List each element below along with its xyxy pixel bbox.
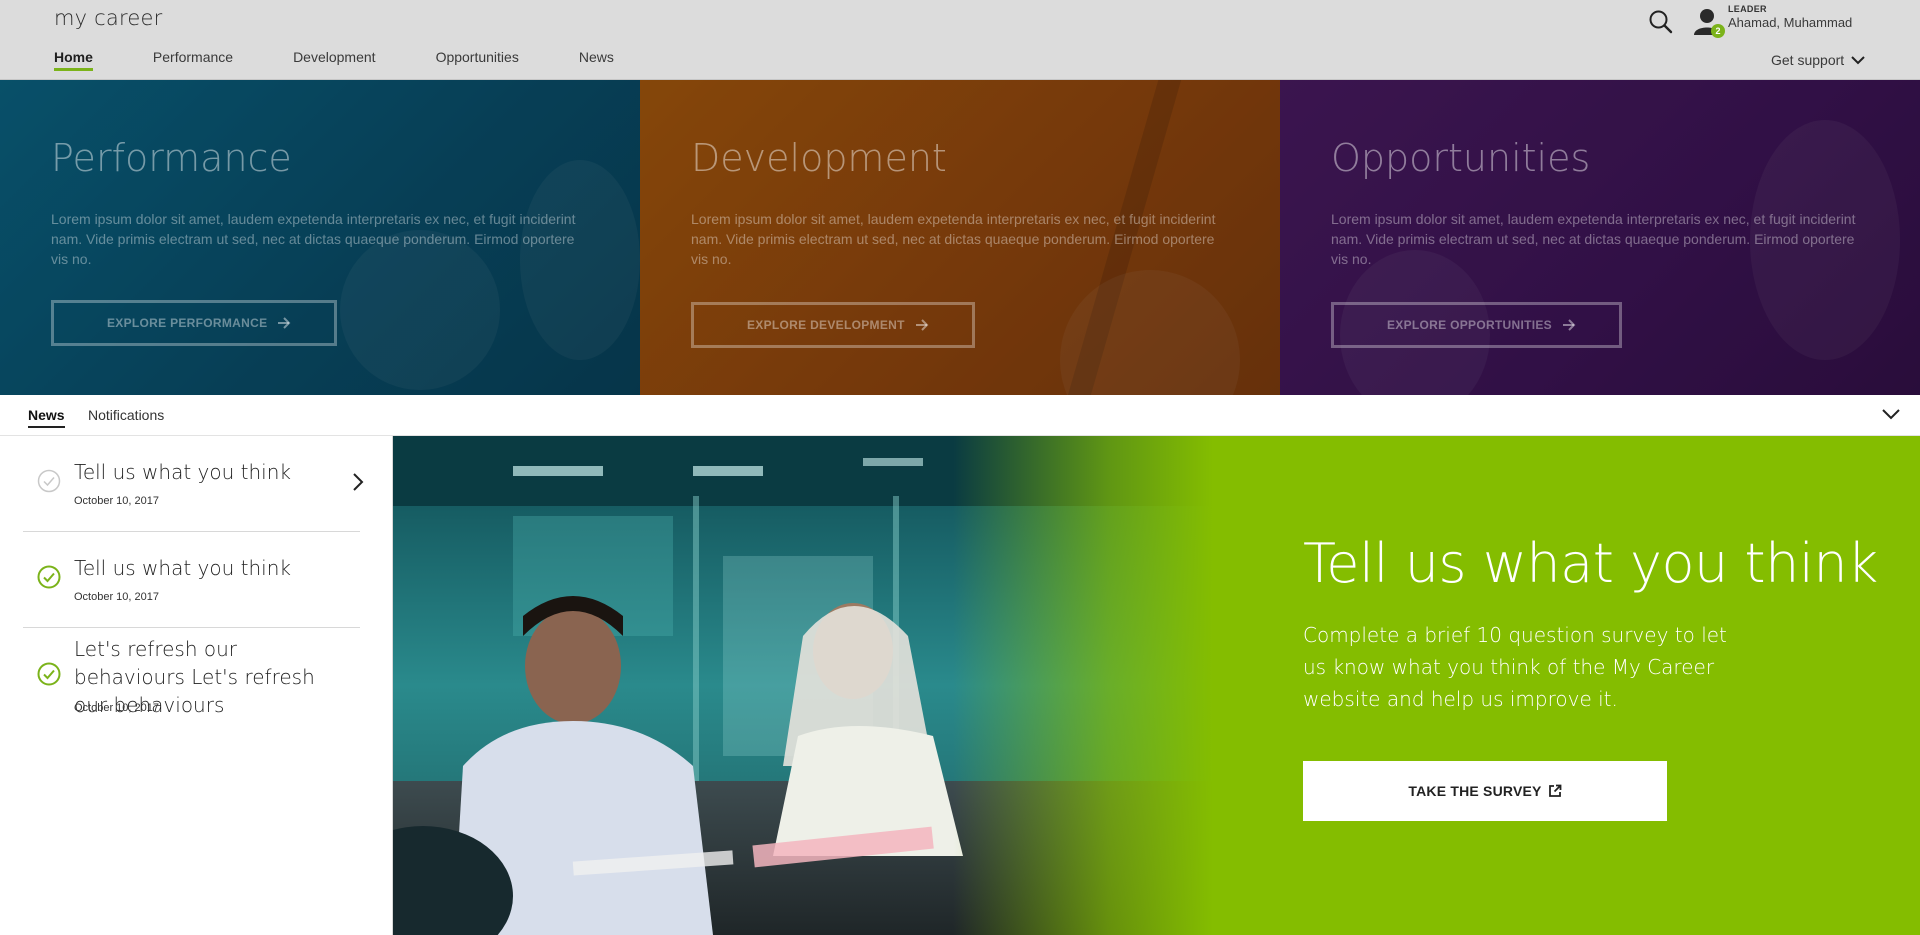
hero-panel-performance: Performance Lorem ipsum dolor sit amet, … bbox=[0, 80, 640, 395]
user-role: LEADER bbox=[1728, 4, 1767, 14]
explore-opportunities-button[interactable]: EXPLORE OPPORTUNITIES bbox=[1331, 302, 1622, 348]
user-icon: 2 bbox=[1692, 6, 1725, 38]
nav-item-performance[interactable]: Performance bbox=[153, 49, 233, 71]
news-list-item[interactable]: Let's refresh our behaviours Let's refre… bbox=[23, 628, 360, 728]
chevron-down-icon bbox=[1851, 55, 1865, 64]
button-label: EXPLORE PERFORMANCE bbox=[107, 316, 268, 330]
panel-description: Lorem ipsum dolor sit amet, laudem expet… bbox=[691, 211, 1216, 267]
get-support-label: Get support bbox=[1771, 52, 1845, 68]
check-circle-icon bbox=[37, 662, 61, 686]
news-item-title: Tell us what you think bbox=[74, 460, 291, 484]
chevron-down-icon[interactable] bbox=[1881, 408, 1901, 426]
arrow-right-icon bbox=[915, 319, 929, 331]
main-nav: Home Performance Development Opportuniti… bbox=[54, 49, 674, 71]
news-list: Tell us what you think October 10, 2017 … bbox=[0, 436, 393, 935]
arrow-right-icon bbox=[278, 317, 291, 329]
explore-development-button[interactable]: EXPLORE DEVELOPMENT bbox=[691, 302, 975, 348]
survey-feature: Tell us what you think Complete a brief … bbox=[393, 436, 1920, 935]
news-list-item[interactable]: Tell us what you think October 10, 2017 bbox=[23, 532, 360, 628]
search-icon[interactable] bbox=[1648, 9, 1674, 35]
user-name: Ahamad, Muhammad bbox=[1728, 15, 1853, 30]
chevron-right-icon bbox=[353, 473, 364, 491]
hero-panels: Performance Lorem ipsum dolor sit amet, … bbox=[0, 80, 1920, 395]
external-link-icon bbox=[1548, 784, 1561, 797]
news-item-title: Tell us what you think bbox=[74, 556, 291, 580]
get-support-dropdown[interactable]: Get support bbox=[1771, 52, 1865, 68]
tab-news[interactable]: News bbox=[28, 407, 65, 428]
take-survey-button[interactable]: TAKE THE SURVEY bbox=[1303, 761, 1667, 821]
panel-title: Performance bbox=[51, 136, 292, 180]
explore-performance-button[interactable]: EXPLORE PERFORMANCE bbox=[51, 300, 338, 346]
news-item-date: October 10, 2017 bbox=[74, 495, 160, 507]
nav-item-development[interactable]: Development bbox=[293, 49, 376, 71]
top-header: my career Home Performance Development O… bbox=[0, 0, 1920, 80]
check-circle-icon bbox=[37, 469, 61, 493]
meeting-photo bbox=[393, 436, 1213, 935]
button-label: EXPLORE DEVELOPMENT bbox=[747, 318, 905, 332]
feature-title: Tell us what you think bbox=[1303, 532, 1878, 595]
panel-title: Opportunities bbox=[1331, 136, 1591, 180]
app-logo[interactable]: my career bbox=[54, 6, 162, 30]
button-label: TAKE THE SURVEY bbox=[1408, 783, 1542, 799]
news-item-date: October 10, 2017 bbox=[74, 591, 160, 603]
button-label: EXPLORE OPPORTUNITIES bbox=[1387, 318, 1552, 332]
hero-panel-development: Development Lorem ipsum dolor sit amet, … bbox=[640, 80, 1280, 395]
nav-item-news[interactable]: News bbox=[579, 49, 614, 71]
feature-description: Complete a brief 10 question survey to l… bbox=[1303, 623, 1727, 711]
news-tabs-bar: News Notifications bbox=[0, 395, 1920, 436]
app: my career Home Performance Development O… bbox=[0, 0, 1920, 935]
tab-notifications[interactable]: Notifications bbox=[88, 407, 164, 426]
panel-description: Lorem ipsum dolor sit amet, laudem expet… bbox=[1331, 211, 1856, 267]
news-list-item[interactable]: Tell us what you think October 10, 2017 bbox=[23, 436, 364, 532]
notification-count-badge: 2 bbox=[1711, 24, 1725, 38]
nav-item-opportunities[interactable]: Opportunities bbox=[436, 49, 519, 71]
arrow-right-icon bbox=[1563, 319, 1576, 331]
panel-description: Lorem ipsum dolor sit amet, laudem expet… bbox=[51, 211, 576, 267]
user-menu[interactable]: 2 LEADER Ahamad, Muhammad bbox=[1692, 4, 1852, 38]
nav-item-home[interactable]: Home bbox=[54, 49, 93, 71]
photo-fade bbox=[953, 436, 1213, 935]
user-info: LEADER Ahamad, Muhammad bbox=[1728, 4, 1852, 30]
news-item-date: October 10, 2017 bbox=[74, 702, 160, 714]
hero-panel-opportunities: Opportunities Lorem ipsum dolor sit amet… bbox=[1280, 80, 1920, 395]
check-circle-icon bbox=[37, 565, 61, 589]
panel-title: Development bbox=[691, 136, 947, 180]
